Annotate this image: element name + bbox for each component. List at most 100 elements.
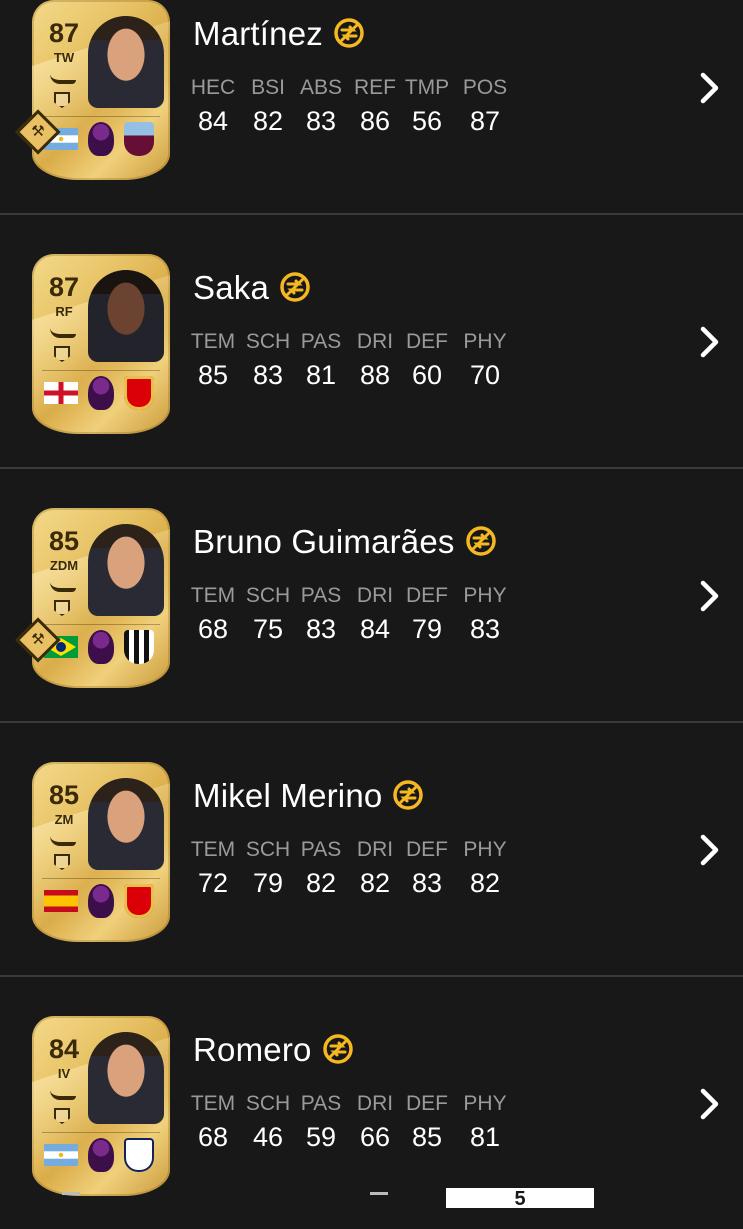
player-portrait <box>88 524 164 616</box>
player-position: TW <box>53 50 75 65</box>
rarity-icon <box>54 346 70 362</box>
player-card: 87 TW <box>32 0 170 180</box>
stat-item: DRI 88 <box>347 330 403 391</box>
player-card: 85 ZM <box>32 762 170 942</box>
stat-item: SCH 83 <box>240 330 296 391</box>
stat-label: PAS <box>300 1092 342 1115</box>
stat-item: DEF 79 <box>399 584 455 645</box>
stat-value: 66 <box>359 1122 391 1152</box>
chevron-right-icon[interactable] <box>692 324 728 360</box>
player-name: Romero <box>193 1031 312 1068</box>
player-row[interactable]: 87 TW ⚒ Martínez HEC 84 BSI 82 ABS 83 REF 86 TMP 56 PO… <box>0 0 743 215</box>
stat-item: PAS 81 <box>293 330 349 391</box>
stat-label: SCH <box>245 584 291 607</box>
club-crest-icon <box>124 376 154 410</box>
player-name: Saka <box>193 269 270 306</box>
stat-item: DRI 82 <box>347 838 403 899</box>
stat-label: PHY <box>463 330 507 353</box>
chevron-right-icon[interactable] <box>692 832 728 868</box>
stat-label: ABS <box>299 76 343 99</box>
stat-label: TMP <box>404 76 450 99</box>
nation-flag-icon <box>44 1144 78 1166</box>
stat-item: TEM 85 <box>185 330 241 391</box>
stat-label: HEC <box>190 76 236 99</box>
premier-league-icon <box>88 1138 114 1172</box>
player-position: RF <box>55 304 73 319</box>
boot-icon <box>50 580 76 592</box>
stat-value: 84 <box>197 106 229 136</box>
rarity-icon <box>54 92 70 108</box>
stat-value: 46 <box>252 1122 284 1152</box>
stat-value: 84 <box>359 614 391 644</box>
premier-league-icon <box>88 630 114 664</box>
stat-item: POS 87 <box>457 76 513 137</box>
stat-item: SCH 46 <box>240 1092 296 1153</box>
stat-value: 83 <box>252 360 284 390</box>
chevron-right-icon[interactable] <box>692 1086 728 1122</box>
stat-label: TEM <box>190 330 236 353</box>
stat-label: REF <box>354 76 396 99</box>
rarity-icon <box>54 600 70 616</box>
player-name-line: Bruno Guimarães <box>193 523 497 561</box>
stat-value: 81 <box>469 1122 501 1152</box>
stat-label: PAS <box>300 838 342 861</box>
stat-label: DRI <box>356 584 394 607</box>
stat-item: DEF 60 <box>399 330 455 391</box>
stat-label: PHY <box>463 1092 507 1115</box>
stat-value: 79 <box>252 868 284 898</box>
premier-league-icon <box>88 884 114 918</box>
boot-icon <box>50 326 76 338</box>
stat-label: PAS <box>300 330 342 353</box>
untradeable-icon <box>333 17 365 49</box>
stat-label: DRI <box>356 1092 394 1115</box>
stat-label: TEM <box>190 1092 236 1115</box>
stat-value: 82 <box>359 868 391 898</box>
stat-value: 88 <box>359 360 391 390</box>
player-row[interactable]: 87 RF Saka TEM 85 SCH 83 PAS 81 DRI 88 DEF 60 PHY 70 <box>0 214 743 469</box>
player-row[interactable]: 85 ZDM ⚒ Bruno Guimarães TEM 68 SCH 75 PAS 83 DRI 8… <box>0 468 743 723</box>
stat-value: 82 <box>252 106 284 136</box>
club-crest-icon <box>124 630 154 664</box>
player-card: 85 ZDM <box>32 508 170 688</box>
stat-value: 68 <box>197 614 229 644</box>
stat-value: 82 <box>469 868 501 898</box>
stat-value: 82 <box>305 868 337 898</box>
stat-value: 85 <box>197 360 229 390</box>
stat-label: DEF <box>406 330 448 353</box>
player-name-line: Martínez <box>193 15 365 53</box>
stat-label: PAS <box>300 584 342 607</box>
stat-item: TEM 72 <box>185 838 241 899</box>
rarity-icon <box>54 1108 70 1124</box>
pagination-current-page[interactable]: 5 <box>446 1188 594 1210</box>
card-divider <box>42 370 160 371</box>
stat-value: 86 <box>359 106 391 136</box>
chevron-right-icon[interactable] <box>692 578 728 614</box>
player-name-line: Saka <box>193 269 311 307</box>
player-portrait <box>88 270 164 362</box>
boot-icon <box>50 72 76 84</box>
card-divider <box>42 878 160 879</box>
player-portrait <box>88 16 164 108</box>
stat-value: 83 <box>305 106 337 136</box>
club-crest-icon <box>124 884 154 918</box>
stat-label: PHY <box>463 584 507 607</box>
stat-label: SCH <box>245 838 291 861</box>
club-crest-icon <box>124 122 154 156</box>
player-row[interactable]: 85 ZM Mikel Merino TEM 72 SCH 79 PAS 82 DRI 82 DEF 8… <box>0 722 743 977</box>
stat-item: PHY 83 <box>457 584 513 645</box>
player-name: Martínez <box>193 15 323 52</box>
stat-item: PAS 83 <box>293 584 349 645</box>
stat-item: PHY 81 <box>457 1092 513 1153</box>
chevron-right-icon[interactable] <box>692 70 728 106</box>
stat-item: PHY 70 <box>457 330 513 391</box>
rarity-icon <box>54 854 70 870</box>
stat-value: 87 <box>469 106 501 136</box>
stat-value: 60 <box>411 360 443 390</box>
stat-value: 83 <box>411 868 443 898</box>
card-divider <box>42 1132 160 1133</box>
untradeable-icon <box>465 525 497 557</box>
player-name: Mikel Merino <box>193 777 383 814</box>
player-rating: 87 <box>48 18 80 48</box>
stat-value: 70 <box>469 360 501 390</box>
stat-item: PAS 82 <box>293 838 349 899</box>
